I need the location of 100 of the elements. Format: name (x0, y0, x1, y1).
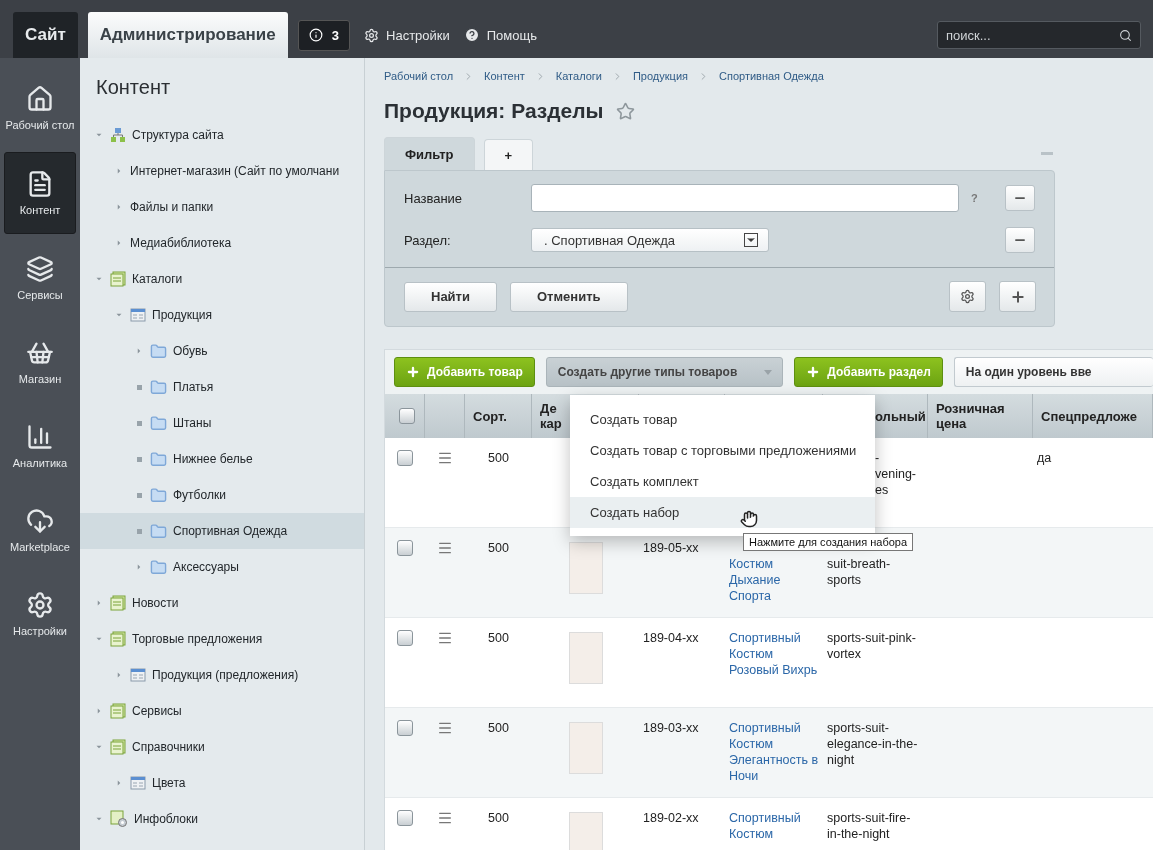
catalog-icon (110, 631, 126, 647)
tree-item[interactable]: Нижнее белье (80, 441, 364, 477)
menu-item[interactable]: Создать комплект (570, 466, 875, 497)
checkbox[interactable] (397, 540, 413, 556)
nav-item[interactable]: Аналитика (4, 406, 76, 486)
breadcrumb-link[interactable]: Контент (484, 70, 525, 82)
remove-field-button[interactable] (1005, 227, 1035, 253)
product-link[interactable]: Спортивный Костюм Розовый Вихрь (729, 630, 819, 695)
product-link[interactable]: Спортивный Костюм Элегантность в Ночи (729, 720, 819, 785)
toolbar-button[interactable]: На один уровень вве (953, 357, 1153, 387)
tree-item[interactable]: Продукция (предложения) (80, 657, 364, 693)
remove-field-button[interactable] (1005, 185, 1035, 211)
tree-item[interactable]: Структура сайта (80, 117, 364, 153)
toolbar-button[interactable]: Создать другие типы товаров (545, 357, 784, 387)
tree-item[interactable]: Обувь (80, 333, 364, 369)
breadcrumb-link[interactable]: Продукция (632, 70, 688, 82)
tree-item[interactable]: Спортивная Одежда (80, 513, 364, 549)
row-menu-icon[interactable] (437, 450, 453, 466)
tree-item[interactable]: Справочники (80, 729, 364, 765)
table-cell-text: да (1037, 450, 1052, 467)
folder-icon (150, 378, 167, 396)
checkbox[interactable] (397, 630, 413, 646)
filter-tab[interactable]: + (483, 139, 534, 170)
tree-item[interactable]: Интернет-магазин (Сайт по умолчани (80, 153, 364, 189)
catalog-icon (110, 739, 126, 755)
bullet-icon (136, 528, 142, 534)
cloud-download-icon (26, 506, 54, 535)
tree-item[interactable]: Каталоги (80, 261, 364, 297)
folder-icon (150, 342, 167, 360)
table-cell-text: 189-02-xx (643, 810, 699, 827)
select-field[interactable]: . Спортивная Одежда (531, 228, 769, 252)
row-menu-icon[interactable] (437, 630, 453, 646)
top-tab[interactable]: Сайт (13, 12, 78, 58)
tree-item[interactable]: Инфоблоки (80, 801, 364, 837)
settings-button[interactable] (949, 281, 986, 312)
top-tab[interactable]: Администрирование (87, 12, 288, 58)
breadcrumb-link[interactable]: Рабочий стол (384, 70, 454, 82)
search-icon (1119, 28, 1132, 42)
breadcrumb-link[interactable]: Каталоги (555, 70, 602, 82)
nav-item[interactable]: Сервисы (4, 238, 76, 318)
nav-item[interactable]: Marketplace (4, 490, 76, 570)
column-header[interactable]: Спецпредложе (1041, 408, 1137, 424)
table-cell-text: 500 (488, 630, 509, 647)
tree-item[interactable]: Торговые предложения (80, 621, 364, 657)
plus-icon (806, 365, 821, 379)
checkbox[interactable] (397, 450, 413, 466)
settings-icon (960, 289, 975, 304)
tree-item[interactable]: Продукция (80, 297, 364, 333)
input-field[interactable] (531, 184, 959, 212)
nav-item[interactable]: Контент (4, 152, 76, 234)
product-link[interactable]: Спортивный Костюм (729, 810, 819, 850)
catalog-icon (110, 703, 126, 719)
nav-item[interactable]: Рабочий стол (4, 68, 76, 148)
search-field[interactable]: поиск... (937, 21, 1141, 49)
row-menu-icon[interactable] (437, 540, 453, 556)
tree-item[interactable]: Новости (80, 585, 364, 621)
filter-button[interactable]: Отменить (509, 281, 628, 312)
menu-item[interactable]: Создать товар (570, 404, 875, 435)
star-icon[interactable] (615, 101, 635, 121)
filter-button[interactable]: Найти (404, 281, 497, 312)
breadcrumb-link[interactable]: Спортивная Одежда (719, 70, 824, 82)
top-link[interactable]: Настройки (364, 27, 450, 43)
sidebar-title: Контент (95, 75, 172, 100)
column-header[interactable]: Розничная цена (936, 401, 1028, 431)
tree-item[interactable]: Аксессуары (80, 549, 364, 585)
folder-icon (150, 558, 167, 576)
folder-icon (150, 414, 167, 432)
checkbox[interactable] (397, 720, 413, 736)
filter-tab[interactable]: Фильтр (384, 137, 475, 170)
top-link[interactable]: Помощь (463, 27, 537, 43)
tree-item[interactable]: Сервисы (80, 693, 364, 729)
nav-item[interactable]: Настройки (4, 574, 76, 654)
column-header[interactable]: Сорт. (473, 408, 507, 424)
add-button[interactable] (999, 281, 1036, 312)
row-menu-icon[interactable] (437, 720, 453, 736)
layers-icon (26, 254, 54, 283)
menu-item[interactable]: Создать набор (570, 497, 875, 528)
tree-item[interactable]: Медиабиблиотека (80, 225, 364, 261)
column-header[interactable]: Де кар (540, 401, 562, 431)
bullet-icon (136, 456, 142, 462)
column-header[interactable]: ольный (875, 408, 926, 424)
checkbox[interactable] (397, 810, 413, 826)
tree-item[interactable]: Футболки (80, 477, 364, 513)
tree-item[interactable]: Штаны (80, 405, 364, 441)
tooltip: Нажмите для создания набора (743, 533, 914, 551)
tree-item[interactable]: Файлы и папки (80, 189, 364, 225)
menu-item[interactable]: Создать товар с торговыми предложениями (570, 435, 875, 466)
list-window-icon (130, 775, 146, 791)
tree-item[interactable]: Платья (80, 369, 364, 405)
caret-icon (764, 369, 773, 375)
tree-item[interactable]: Цвета (80, 765, 364, 801)
product-link[interactable]: Костюм Дыхание Спорта (729, 556, 819, 605)
table-cell-text: 500 (488, 540, 509, 557)
catalog-icon (110, 595, 126, 611)
help-icon (463, 27, 480, 43)
field-label: Название (404, 190, 464, 206)
row-menu-icon[interactable] (437, 810, 453, 826)
notifications-button[interactable]: 3 (297, 19, 350, 51)
nav-item[interactable]: Магазин (4, 322, 76, 402)
checkbox[interactable] (398, 408, 415, 424)
